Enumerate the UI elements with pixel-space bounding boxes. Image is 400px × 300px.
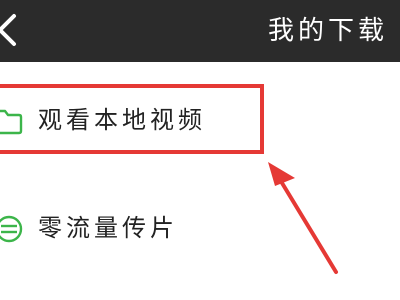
page-title: 我的下载 bbox=[267, 16, 388, 46]
list-item-label: 零流量传片 bbox=[38, 214, 178, 242]
top-bar: 我的下载 bbox=[0, 0, 400, 62]
annotation-highlight-box bbox=[0, 84, 264, 154]
back-icon[interactable] bbox=[0, 12, 20, 48]
list-item-zero-data-transfer[interactable]: 零流量传片 bbox=[0, 198, 400, 262]
transfer-icon bbox=[0, 215, 23, 243]
download-page: 我的下载 观看本地视频 零流量传片 bbox=[0, 0, 400, 300]
